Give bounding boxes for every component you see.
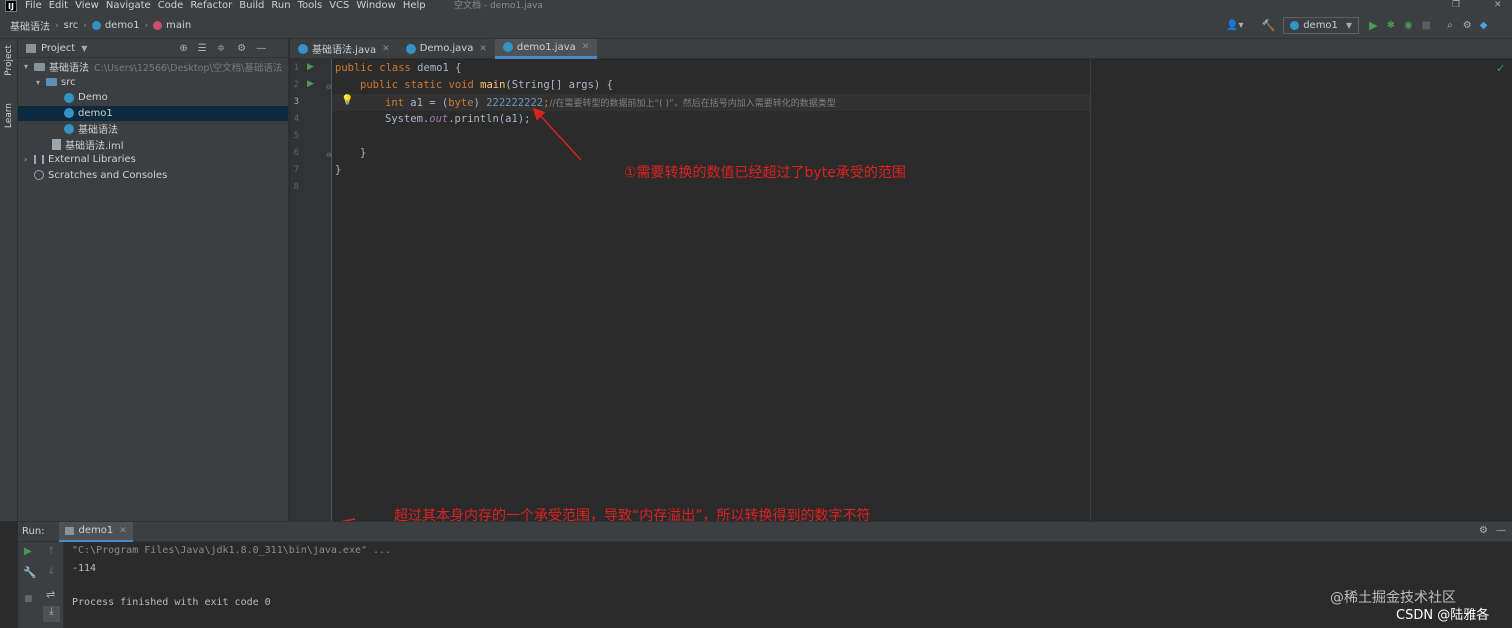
wrench-icon[interactable]: 🔧 (23, 566, 37, 579)
close-icon[interactable]: ✕ (119, 526, 127, 536)
arrow-up-icon[interactable]: ↑ (47, 546, 55, 557)
run-panel-header: Run: demo1 ✕ ⚙ — (18, 521, 1512, 542)
console-icon (64, 526, 74, 535)
run-tab-label: demo1 (78, 525, 114, 536)
run-console[interactable]: "C:\Program Files\Java\jdk1.8.0_311\bin\… (64, 542, 1512, 628)
stop-icon[interactable]: ■ (24, 594, 33, 604)
csdn-watermark: CSDN @陆雅各 (1396, 608, 1490, 623)
annotation-top: ①需要转换的数值已经超过了byte承受的范围 (624, 165, 906, 181)
run-toolbar: ▶ ↑ 🔧 ↓ ■ ⇌ ⤓ (18, 542, 64, 628)
gear-icon[interactable]: ⚙ (1479, 525, 1488, 536)
arrow-down-icon[interactable]: ↓ (47, 566, 55, 577)
hide-icon[interactable]: — (1496, 525, 1506, 536)
scroll-to-end-icon[interactable]: ⤓ (43, 606, 60, 622)
console-line-command: "C:\Program Files\Java\jdk1.8.0_311\bin\… (72, 545, 392, 556)
console-line-exit: Process finished with exit code 0 (72, 597, 271, 608)
run-tab-demo1[interactable]: demo1 ✕ (58, 521, 133, 542)
soft-wrap-icon[interactable]: ⇌ (46, 588, 55, 601)
run-panel-label: Run: (22, 526, 45, 537)
console-line-output: -114 (72, 563, 97, 574)
annotation-arrow-top (532, 107, 582, 161)
rerun-icon[interactable]: ▶ (24, 546, 32, 557)
